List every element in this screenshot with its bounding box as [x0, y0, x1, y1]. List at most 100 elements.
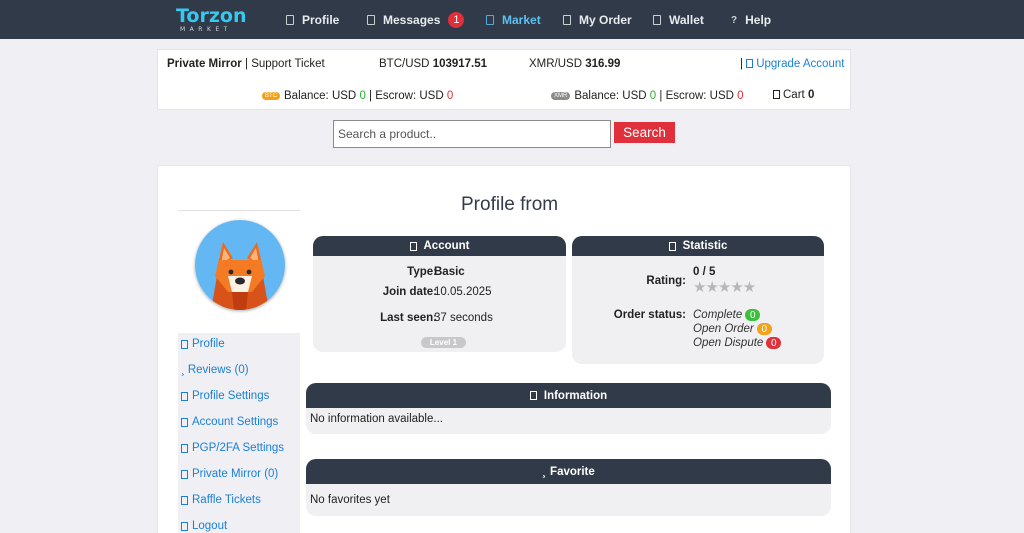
btc-rate-label: BTC/USD: [379, 58, 430, 70]
star-icon: ¸: [181, 364, 185, 376]
statistic-card-header: Statistic: [572, 236, 824, 256]
sidebar-item-raffle-tickets[interactable]: Raffle Tickets: [181, 492, 261, 508]
status-open-order: Open Order 0: [693, 323, 772, 335]
type-label: Type:: [407, 266, 437, 278]
open-dispute-label: Open Dispute: [693, 337, 764, 349]
heart-icon: ¸: [542, 465, 547, 478]
information-card: Information No information available...: [306, 383, 831, 434]
logout-icon: [181, 521, 188, 531]
upgrade-group: | Upgrade Account: [740, 58, 844, 70]
favorite-card-header: ¸ Favorite: [306, 459, 831, 484]
status-open-dispute: Open Dispute 0: [693, 337, 782, 349]
btc-tag: BTC: [262, 91, 280, 100]
sidebar-item-profile-settings[interactable]: Profile Settings: [181, 388, 269, 404]
statistic-heading: Statistic: [682, 240, 728, 252]
xmr-tag: XMR: [551, 91, 571, 100]
cart-link[interactable]: Cart 0: [773, 89, 814, 101]
separator: |: [740, 58, 743, 70]
sidebar-item-account-settings[interactable]: Account Settings: [181, 414, 278, 430]
status-complete: Complete 0: [693, 309, 761, 321]
user-icon: [409, 241, 417, 251]
search-input[interactable]: [333, 120, 611, 148]
sidebar-item-label: Raffle Tickets: [192, 494, 261, 506]
xmr-balance-label: Balance: USD: [574, 90, 647, 102]
xmr-rate-value: 316.99: [585, 58, 621, 70]
sidebar-item-profile[interactable]: Profile: [181, 336, 225, 352]
xmr-balance: XMR Balance: USD 0 | Escrow: USD 0: [551, 90, 744, 102]
nav-messages[interactable]: Messages 1: [367, 12, 465, 28]
xmr-escrow-label: Escrow: USD: [665, 90, 734, 102]
btc-escrow-value: 0: [446, 90, 454, 102]
chart-icon: [668, 241, 676, 251]
sidebar-item-pgp-2fa[interactable]: PGP/2FA Settings: [181, 440, 284, 456]
nav-market-label: Market: [502, 13, 541, 27]
top-navbar: Torzon MARKET Profile Messages 1 Market …: [0, 0, 1024, 39]
cart-label: Cart: [783, 89, 805, 101]
rating-value: 0 / 5: [693, 266, 716, 278]
xmr-escrow-value: 0: [737, 90, 744, 102]
type-value: Basic: [434, 266, 465, 278]
nav-profile-label: Profile: [302, 13, 340, 27]
fox-avatar-icon: [195, 220, 285, 310]
open-dispute-count: 0: [766, 337, 782, 349]
search-button[interactable]: Search: [614, 122, 675, 143]
avatar: [195, 220, 285, 310]
brand-logo[interactable]: Torzon MARKET: [176, 5, 256, 33]
question-icon: ?: [731, 14, 738, 26]
box-icon: [563, 15, 571, 25]
sidebar-item-label: Profile: [192, 338, 225, 350]
statistic-card: Statistic Rating: 0 / 5 ★★★★★ Order stat…: [572, 236, 824, 364]
messages-count-badge: 1: [448, 12, 465, 28]
join-date-value: 10.05.2025: [434, 286, 492, 298]
user-icon: [286, 15, 294, 25]
favorite-heading: Favorite: [550, 465, 595, 478]
sidebar-item-reviews[interactable]: ¸ Reviews (0): [181, 362, 249, 378]
information-card-header: Information: [306, 383, 831, 408]
nav-my-order[interactable]: My Order: [563, 12, 632, 28]
upgrade-account-link[interactable]: Upgrade Account: [746, 58, 844, 70]
ticket-icon: [181, 495, 188, 505]
complete-count: 0: [745, 309, 761, 321]
sidebar-menu: Profile ¸ Reviews (0) Profile Settings Ac…: [178, 333, 300, 533]
xmr-balance-value: 0: [649, 90, 657, 102]
separator: |: [659, 90, 663, 102]
favorite-card: ¸ Favorite No favorites yet: [306, 459, 831, 516]
nav-wallet-label: Wallet: [669, 13, 704, 27]
support-ticket-link[interactable]: Support Ticket: [251, 58, 325, 70]
btc-escrow-label: Escrow: USD: [375, 90, 444, 102]
favorite-text: No favorites yet: [310, 494, 390, 506]
btc-balance: BTC Balance: USD 0 | Escrow: USD 0: [262, 90, 453, 102]
sidebar-item-logout[interactable]: Logout: [181, 518, 227, 533]
nav-my-order-label: My Order: [579, 13, 632, 27]
wallet-icon: [653, 15, 661, 25]
open-order-label: Open Order: [693, 323, 754, 335]
btc-balance-value: 0: [359, 90, 366, 102]
sidebar-item-label: Reviews (0): [187, 364, 249, 376]
profile-panel: Profile ¸ Reviews (0) Profile Settings Ac…: [157, 165, 851, 533]
btc-balance-label: Balance: USD: [284, 90, 357, 102]
nav-wallet[interactable]: Wallet: [653, 12, 704, 28]
sidebar-item-label: Profile Settings: [192, 390, 270, 402]
join-date-label: Join date:: [382, 286, 437, 298]
order-status-label: Order status:: [613, 309, 686, 321]
settings-icon: [181, 391, 188, 401]
nav-messages-label: Messages: [383, 13, 441, 27]
divider: [178, 210, 300, 211]
xmr-rate: XMR/USD 316.99: [529, 58, 620, 70]
nav-market[interactable]: Market: [486, 12, 541, 28]
btc-rate: BTC/USD 103917.51: [379, 58, 487, 70]
sidebar-item-label: Account Settings: [192, 416, 279, 428]
page-title: Profile from: [461, 194, 559, 215]
rating-stars: ★★★★★: [693, 279, 756, 296]
nav-profile[interactable]: Profile: [286, 12, 339, 28]
upgrade-icon: [746, 59, 754, 68]
level-badge: Level 1: [421, 337, 466, 348]
mirror-icon: [181, 469, 188, 479]
envelope-icon: [367, 15, 375, 25]
nav-help[interactable]: ? Help: [731, 12, 771, 28]
info-bar: Private Mirror | Support Ticket BTC/USD …: [157, 49, 851, 110]
private-mirror-link[interactable]: Private Mirror: [167, 58, 242, 70]
sidebar-item-label: Logout: [192, 520, 228, 532]
sidebar-item-private-mirror[interactable]: Private Mirror (0): [181, 466, 278, 482]
settings-icon: [181, 417, 188, 427]
